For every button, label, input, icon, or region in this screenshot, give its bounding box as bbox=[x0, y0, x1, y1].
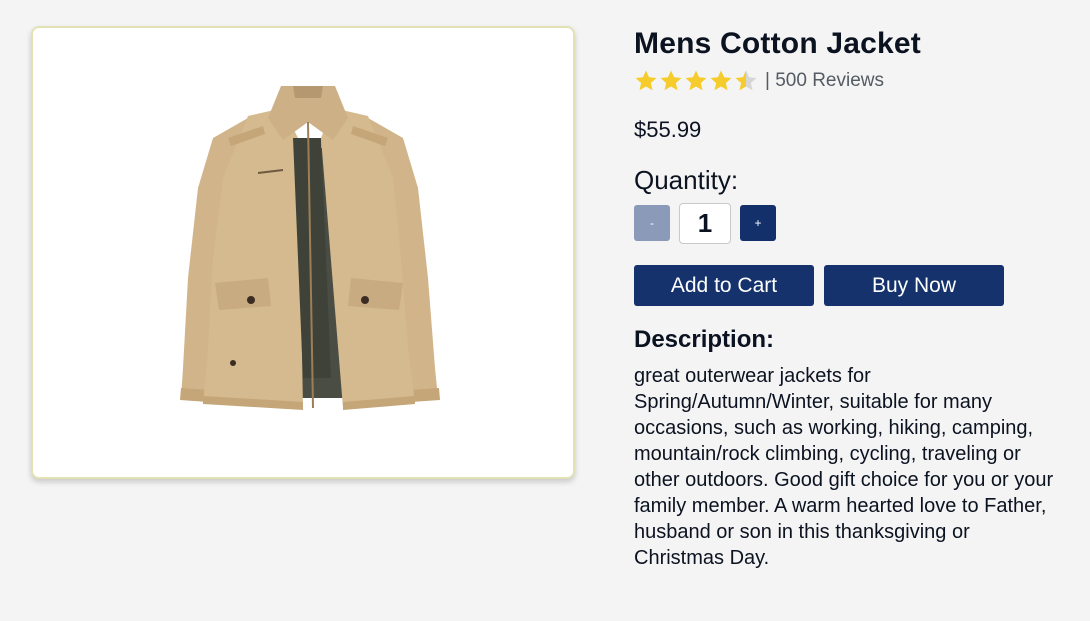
star-full-icon bbox=[710, 70, 732, 91]
product-image-card bbox=[31, 26, 575, 479]
decrease-quantity-button[interactable]: - bbox=[634, 205, 670, 241]
star-rating bbox=[634, 69, 759, 93]
star-full-icon bbox=[685, 70, 707, 91]
purchase-actions: Add to Cart Buy Now bbox=[634, 265, 1064, 306]
product-image bbox=[180, 86, 440, 410]
star-full-icon bbox=[635, 70, 657, 91]
star-full-icon bbox=[660, 70, 682, 91]
product-rating: | 500 Reviews bbox=[634, 67, 1064, 95]
reviews-count[interactable]: | 500 Reviews bbox=[765, 70, 884, 92]
quantity-label: Quantity: bbox=[634, 165, 739, 195]
add-to-cart-button[interactable]: Add to Cart bbox=[634, 265, 814, 306]
quantity-stepper: - + bbox=[634, 201, 1064, 245]
description-text: great outerwear jackets for Spring/Autum… bbox=[634, 365, 1054, 569]
product-title: Mens Cotton Jacket bbox=[634, 27, 921, 60]
product-price: $55.99 bbox=[634, 117, 702, 142]
description-heading: Description: bbox=[634, 326, 775, 353]
buy-now-button[interactable]: Buy Now bbox=[824, 265, 1004, 306]
quantity-input[interactable] bbox=[679, 202, 731, 244]
increase-quantity-button[interactable]: + bbox=[740, 205, 776, 241]
star-half-icon bbox=[735, 70, 757, 91]
product-info: Mens Cotton Jacket | 500 Reviews $55.99 … bbox=[634, 26, 1064, 571]
